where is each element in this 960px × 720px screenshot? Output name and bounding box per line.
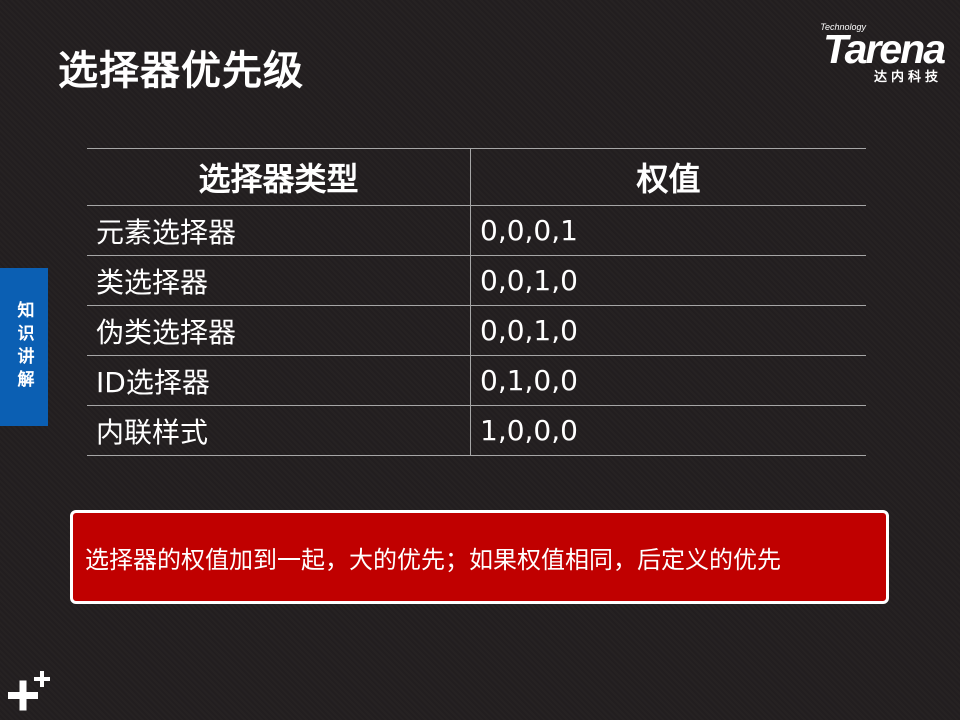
slide-title: 选择器优先级	[58, 48, 304, 94]
table-header-cell: 选择器类型	[87, 148, 471, 206]
selector-type-cell: 伪类选择器	[87, 305, 471, 356]
table-header-cell: 权值	[470, 148, 866, 206]
selector-type-cell: 内联样式	[87, 405, 471, 456]
plus-icon	[8, 671, 50, 711]
table-row: 内联样式 1,0,0,0	[87, 405, 866, 456]
table-header-row: 选择器类型 权值	[87, 148, 866, 206]
side-tab-label: 知识讲解	[13, 301, 34, 393]
weight-cell: 0,0,1,0	[470, 305, 866, 356]
table-row: ID选择器 0,1,0,0	[87, 355, 866, 406]
side-tab: 知识讲解	[0, 268, 48, 426]
weight-cell: 0,0,0,1	[470, 205, 866, 256]
weight-cell: 0,1,0,0	[470, 355, 866, 406]
logo-chinese-text: 达内科技	[873, 70, 942, 85]
note-box: 选择器的权值加到一起，大的优先；如果权值相同，后定义的优先	[70, 510, 889, 604]
selector-type-cell: ID选择器	[87, 355, 471, 406]
selector-type-cell: 元素选择器	[87, 205, 471, 256]
selector-weight-table: 选择器类型 权值 元素选择器 0,0,0,1 类选择器 0,0,1,0 伪类选择…	[87, 148, 866, 456]
note-text: 选择器的权值加到一起，大的优先；如果权值相同，后定义的优先	[85, 545, 781, 574]
weight-cell: 1,0,0,0	[470, 405, 866, 456]
selector-type-cell: 类选择器	[87, 255, 471, 306]
tarena-logo: Technology Tarena 达内科技	[779, 22, 946, 85]
table-row: 伪类选择器 0,0,1,0	[87, 305, 866, 356]
table-row: 元素选择器 0,0,0,1	[87, 205, 866, 256]
weight-cell: 0,0,1,0	[470, 255, 866, 306]
table-row: 类选择器 0,0,1,0	[87, 255, 866, 306]
